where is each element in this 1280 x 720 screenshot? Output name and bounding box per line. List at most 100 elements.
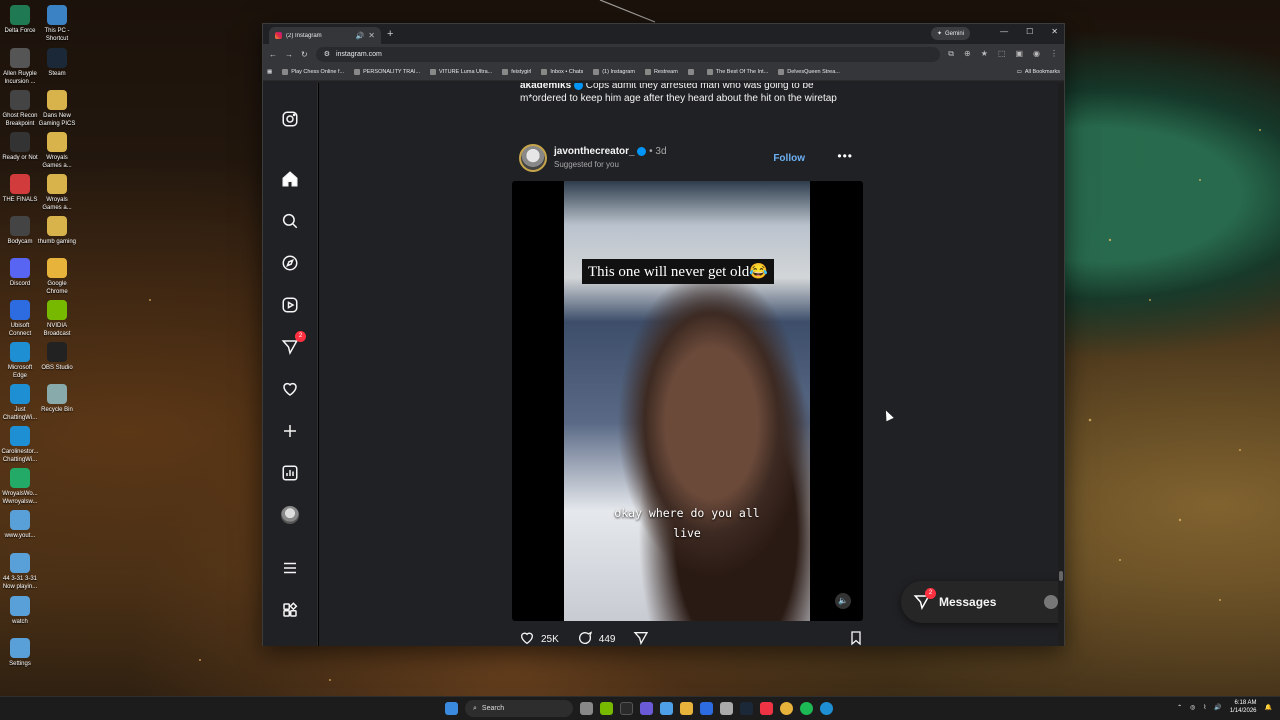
- messages-widget[interactable]: 2 Messages: [901, 581, 1064, 623]
- home-icon[interactable]: [279, 168, 301, 190]
- comment-count[interactable]: 449: [599, 634, 616, 645]
- taskbar-search[interactable]: ⌕ Search: [465, 700, 573, 717]
- edge-icon[interactable]: [820, 702, 833, 715]
- network-icon[interactable]: ◎: [1190, 704, 1195, 711]
- bookmark-item[interactable]: VITURE Luma Ultra...: [430, 69, 492, 75]
- steam-icon[interactable]: [740, 702, 753, 715]
- apps-icon[interactable]: ▦: [267, 69, 272, 75]
- bookmark-item[interactable]: [687, 69, 697, 75]
- more-options-icon[interactable]: •••: [837, 149, 853, 163]
- more-menu-icon[interactable]: [279, 557, 301, 579]
- save-bookmark-icon[interactable]: [848, 630, 864, 647]
- bookmark-item[interactable]: PERSONALITY TRAI...: [354, 69, 420, 75]
- like-count[interactable]: 25K: [541, 634, 559, 645]
- post-username[interactable]: javonthecreator_ • 3d: [554, 146, 667, 157]
- ea-icon[interactable]: [760, 702, 773, 715]
- back-icon[interactable]: ←: [269, 50, 277, 59]
- notifications-heart-icon[interactable]: [279, 378, 301, 400]
- desktop-icon[interactable]: Steam: [37, 48, 77, 78]
- desktop-icon[interactable]: watch: [0, 596, 40, 626]
- desktop-icon[interactable]: Discord: [0, 258, 40, 288]
- bookmark-item[interactable]: DelvesQueen Strea...: [778, 69, 840, 75]
- copilot-icon[interactable]: [640, 702, 653, 715]
- desktop-icon[interactable]: This PC - Shortcut: [37, 5, 77, 43]
- direct-messages-icon[interactable]: 2: [279, 331, 306, 358]
- desktop-icon[interactable]: Wroyals Games a...: [37, 174, 77, 212]
- close-icon[interactable]: ✕: [1051, 27, 1058, 36]
- extensions-icon[interactable]: ⬚: [998, 49, 1006, 59]
- store-icon[interactable]: [660, 702, 673, 715]
- close-tab-icon[interactable]: ✕: [368, 31, 375, 40]
- desktop-icon[interactable]: Allen Ruyple Incursion ...: [0, 48, 40, 86]
- wifi-icon[interactable]: ⌇: [1203, 704, 1206, 711]
- scrollbar-thumb[interactable]: [1059, 571, 1063, 581]
- bookmark-item[interactable]: Play Chess Online f...: [282, 69, 344, 75]
- task-view-icon[interactable]: [580, 702, 593, 715]
- bookmark-item[interactable]: Restream: [644, 69, 678, 75]
- search-icon[interactable]: [279, 210, 301, 232]
- profile-icon[interactable]: ◉: [1033, 49, 1040, 59]
- address-bar[interactable]: ⚙ instagram.com: [315, 46, 941, 62]
- desktop-icon[interactable]: Ghost Recon Breakpoint: [0, 90, 40, 128]
- desktop-icon[interactable]: thumb gaming: [37, 216, 77, 246]
- browser-tab[interactable]: (2) Instagram 🔊 ✕: [269, 27, 381, 44]
- desktop-icon[interactable]: Delta Force: [0, 5, 40, 35]
- tray-chevron-icon[interactable]: ⌃: [1177, 704, 1182, 711]
- notifications-bell-icon[interactable]: 🔔: [1265, 704, 1272, 711]
- post-avatar[interactable]: [519, 144, 547, 172]
- start-windows-icon[interactable]: [445, 702, 458, 715]
- desktop-icon[interactable]: THE FINALS: [0, 174, 40, 204]
- desktop-icon[interactable]: Just ChattingWi...: [0, 384, 40, 422]
- volume-icon[interactable]: 🔊: [1214, 704, 1221, 711]
- desktop-icon[interactable]: Settings: [0, 638, 40, 668]
- chrome-icon[interactable]: [780, 702, 793, 715]
- dashboard-icon[interactable]: [279, 462, 301, 484]
- desktop-icon[interactable]: Recycle Bin: [37, 384, 77, 414]
- comment-icon[interactable]: [577, 630, 593, 647]
- profile-avatar[interactable]: [279, 504, 301, 526]
- also-from-meta-icon[interactable]: [279, 599, 301, 621]
- bookmark-star-icon[interactable]: ★: [981, 49, 988, 59]
- bookmark-item[interactable]: The Best Of The Int...: [706, 69, 768, 75]
- ubisoft-icon[interactable]: [700, 702, 713, 715]
- bookmark-item[interactable]: (1) Instagram: [593, 69, 635, 75]
- share-icon[interactable]: [633, 630, 649, 647]
- clock[interactable]: 6:18 AM 1/14/2026: [1230, 699, 1257, 715]
- audio-toggle-icon[interactable]: 🔈: [835, 593, 851, 609]
- new-tab-button[interactable]: +: [387, 28, 393, 40]
- desktop-icon[interactable]: www.yout...: [0, 510, 40, 540]
- bookmark-item[interactable]: feistygirl: [502, 69, 531, 75]
- follow-button[interactable]: Follow: [773, 153, 805, 164]
- desktop-icon[interactable]: OBS Studio: [37, 342, 77, 372]
- menu-icon[interactable]: ⋮: [1050, 49, 1058, 59]
- desktop-icon[interactable]: WroyalsWo... Wwroyalsw...: [0, 468, 40, 506]
- zoom-icon[interactable]: ⊕: [964, 49, 971, 59]
- bookmark-item[interactable]: Inbox • Chats: [541, 69, 583, 75]
- post-video[interactable]: This one will never get old😂 okay where …: [512, 181, 863, 621]
- minimize-icon[interactable]: —: [1000, 27, 1008, 36]
- page-scrollbar[interactable]: [1058, 83, 1064, 646]
- speaker-icon[interactable]: 🔊: [356, 32, 365, 40]
- forward-icon[interactable]: →: [285, 50, 293, 59]
- terminal-icon[interactable]: [620, 702, 633, 715]
- gemini-button[interactable]: ✦ Gemini: [930, 27, 970, 40]
- desktop-icon[interactable]: Ubisoft Connect: [0, 300, 40, 338]
- explore-icon[interactable]: [279, 252, 301, 274]
- desktop-icon[interactable]: Dans New Gaming PICS: [37, 90, 77, 128]
- reels-icon[interactable]: [279, 294, 301, 316]
- desktop-icon[interactable]: Wroyals Games a...: [37, 132, 77, 170]
- cast-icon[interactable]: ⧉: [948, 49, 954, 59]
- all-bookmarks[interactable]: ▭ All Bookmarks: [1017, 69, 1060, 75]
- settings-icon[interactable]: [720, 702, 733, 715]
- desktop-icon[interactable]: Carolinestor... ChattingWi...: [0, 426, 40, 464]
- reload-icon[interactable]: ↻: [301, 50, 308, 59]
- maximize-icon[interactable]: ☐: [1026, 27, 1033, 36]
- desktop-icon[interactable]: Microsoft Edge: [0, 342, 40, 380]
- desktop-icon[interactable]: 44 3-31 3-31 Now playin...: [0, 553, 40, 591]
- desktop-icon[interactable]: Ready or Not: [0, 132, 40, 162]
- nvidia-icon[interactable]: [600, 702, 613, 715]
- like-icon[interactable]: [519, 630, 535, 647]
- file-explorer-icon[interactable]: [680, 702, 693, 715]
- desktop-icon[interactable]: Bodycam: [0, 216, 40, 246]
- create-plus-icon[interactable]: [279, 420, 301, 442]
